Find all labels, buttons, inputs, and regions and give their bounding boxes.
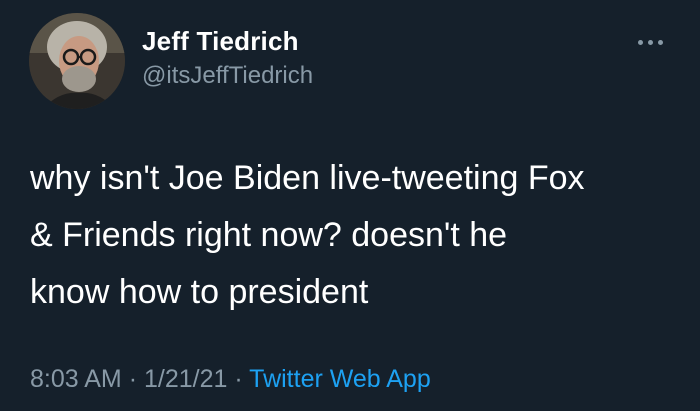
display-name[interactable]: Jeff Tiedrich <box>142 26 299 57</box>
meta-separator: · <box>128 365 138 393</box>
tweet-text: why isn't Joe Biden live-tweeting Fox & … <box>30 150 680 321</box>
tweet-card: Jeff Tiedrich @itsJeffTiedrich why isn't… <box>0 0 700 411</box>
tweet-date[interactable]: 1/21/21 <box>144 365 227 393</box>
tweet-text-line: & Friends right now? doesn't he <box>30 216 508 254</box>
tweet-time[interactable]: 8:03 AM <box>30 365 122 393</box>
tweet-text-line: why isn't Joe Biden live-tweeting Fox <box>30 159 585 197</box>
more-horizontal-icon <box>635 39 665 45</box>
more-options-button[interactable] <box>630 30 670 54</box>
avatar[interactable] <box>29 13 125 109</box>
tweet-source-link[interactable]: Twitter Web App <box>249 365 431 393</box>
meta-separator: · <box>234 365 243 393</box>
user-handle[interactable]: @itsJeffTiedrich <box>142 62 313 90</box>
tweet-text-line: know how to president <box>30 273 369 311</box>
avatar-image <box>29 13 125 109</box>
tweet-meta: 8:03 AM · 1/21/21 · Twitter Web App <box>30 365 431 394</box>
